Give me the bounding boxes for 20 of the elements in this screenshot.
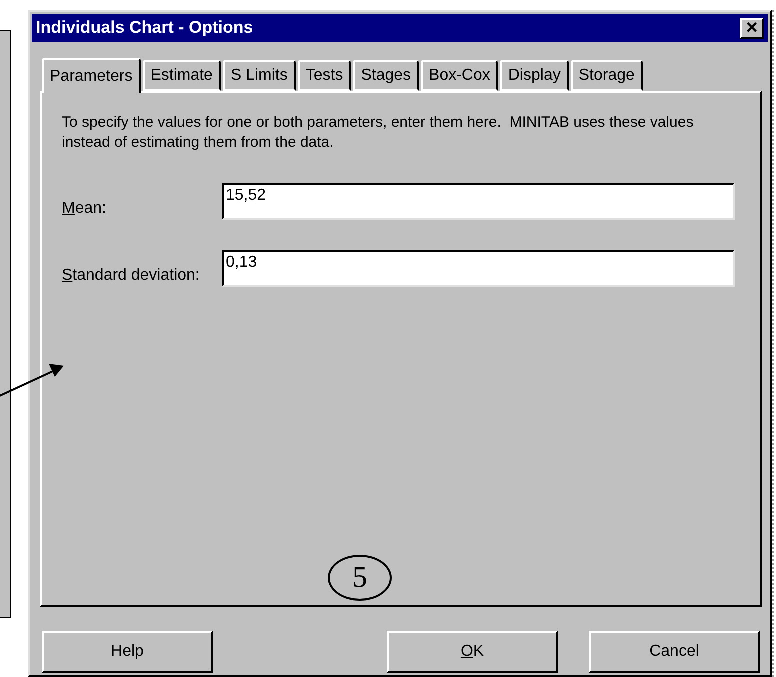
dialog-button[interactable]: OK bbox=[387, 631, 558, 673]
callout-number: 5 bbox=[328, 555, 392, 601]
annotation-arrow bbox=[0, 364, 64, 397]
dialog-button[interactable]: Help bbox=[42, 631, 213, 673]
dialog-button[interactable]: Cancel bbox=[589, 631, 760, 673]
close-button[interactable]: × bbox=[740, 18, 764, 39]
tab[interactable]: S Limits bbox=[222, 60, 296, 92]
tab[interactable]: Box-Cox bbox=[421, 60, 498, 92]
description-text: To specify the values for one or both parameters, enter them here. MINITAB uses these values instead of estimating them from the data. bbox=[62, 113, 695, 154]
tab[interactable]: Tests bbox=[298, 60, 352, 92]
field-label: Standard deviation: bbox=[62, 267, 201, 286]
tab[interactable]: Stages bbox=[353, 60, 420, 92]
tab[interactable]: Parameters bbox=[42, 58, 141, 94]
tab[interactable]: Display bbox=[500, 60, 569, 92]
tab[interactable]: Estimate bbox=[142, 60, 221, 92]
tab[interactable]: Storage bbox=[570, 60, 643, 92]
input-field[interactable]: 0,13 bbox=[222, 250, 735, 288]
input-field[interactable]: 15,52 bbox=[222, 183, 735, 220]
window-title: Individuals Chart - Options bbox=[36, 18, 254, 38]
field-label: Mean: bbox=[62, 200, 108, 220]
